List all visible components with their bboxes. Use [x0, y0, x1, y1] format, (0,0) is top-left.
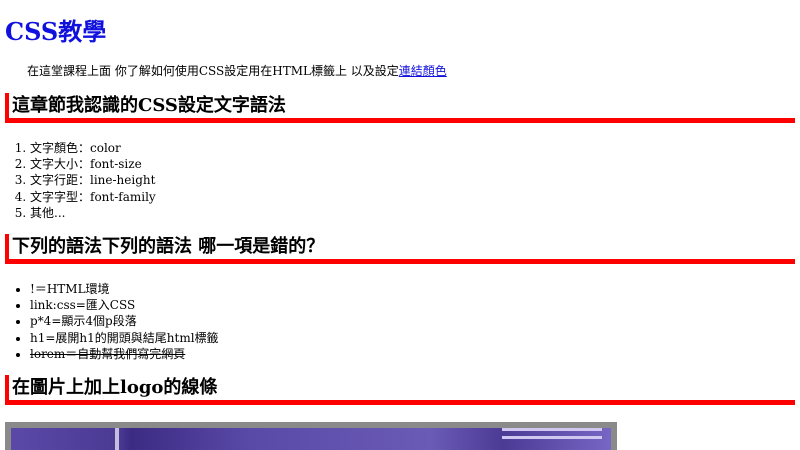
list-item: 其他...	[30, 205, 156, 221]
list-item: 文字大小：font-size	[30, 156, 156, 172]
intro-paragraph: 在這堂課程上面 你了解如何使用CSS設定用在HTML標籤上 以及設定連結顏色	[27, 62, 447, 80]
section-heading-css-text: 這章節我認識的CSS設定文字語法	[5, 93, 795, 123]
intro-text: 在這堂課程上面 你了解如何使用CSS設定用在HTML標籤上 以及設定	[27, 64, 399, 78]
logo-stripe	[502, 428, 602, 431]
list-item: 文字顏色：color	[30, 140, 156, 156]
list-item: p*4=顯示4個p段落	[30, 313, 219, 329]
list-item: link:css=匯入CSS	[30, 297, 219, 313]
list-item: !＝HTML環境	[30, 281, 219, 297]
section-heading-quiz: 下列的語法下列的語法 哪一項是錯的？	[5, 234, 795, 264]
list-item: 文字字型：font-family	[30, 189, 156, 205]
page: CSS教學 在這堂課程上面 你了解如何使用CSS設定用在HTML標籤上 以及設定…	[0, 0, 800, 450]
page-title: CSS教學	[5, 17, 107, 46]
logo-line	[115, 428, 119, 450]
logo-image	[5, 422, 617, 450]
logo-stripe	[502, 436, 602, 439]
list-item-struck: lorem＝自動幫我們寫完網頁	[30, 346, 219, 362]
section-heading-logo-lines: 在圖片上加上logo的線條	[5, 375, 795, 405]
css-syntax-list: 文字顏色：color 文字大小：font-size 文字行距：line-heig…	[0, 140, 156, 221]
image-content	[11, 428, 611, 450]
quiz-options-list: !＝HTML環境 link:css=匯入CSS p*4=顯示4個p段落 h1=展…	[0, 281, 219, 362]
list-item: 文字行距：line-height	[30, 172, 156, 188]
color-link[interactable]: 連結顏色	[399, 64, 447, 78]
list-item: h1=展開h1的開頭與結尾html標籤	[30, 330, 219, 346]
